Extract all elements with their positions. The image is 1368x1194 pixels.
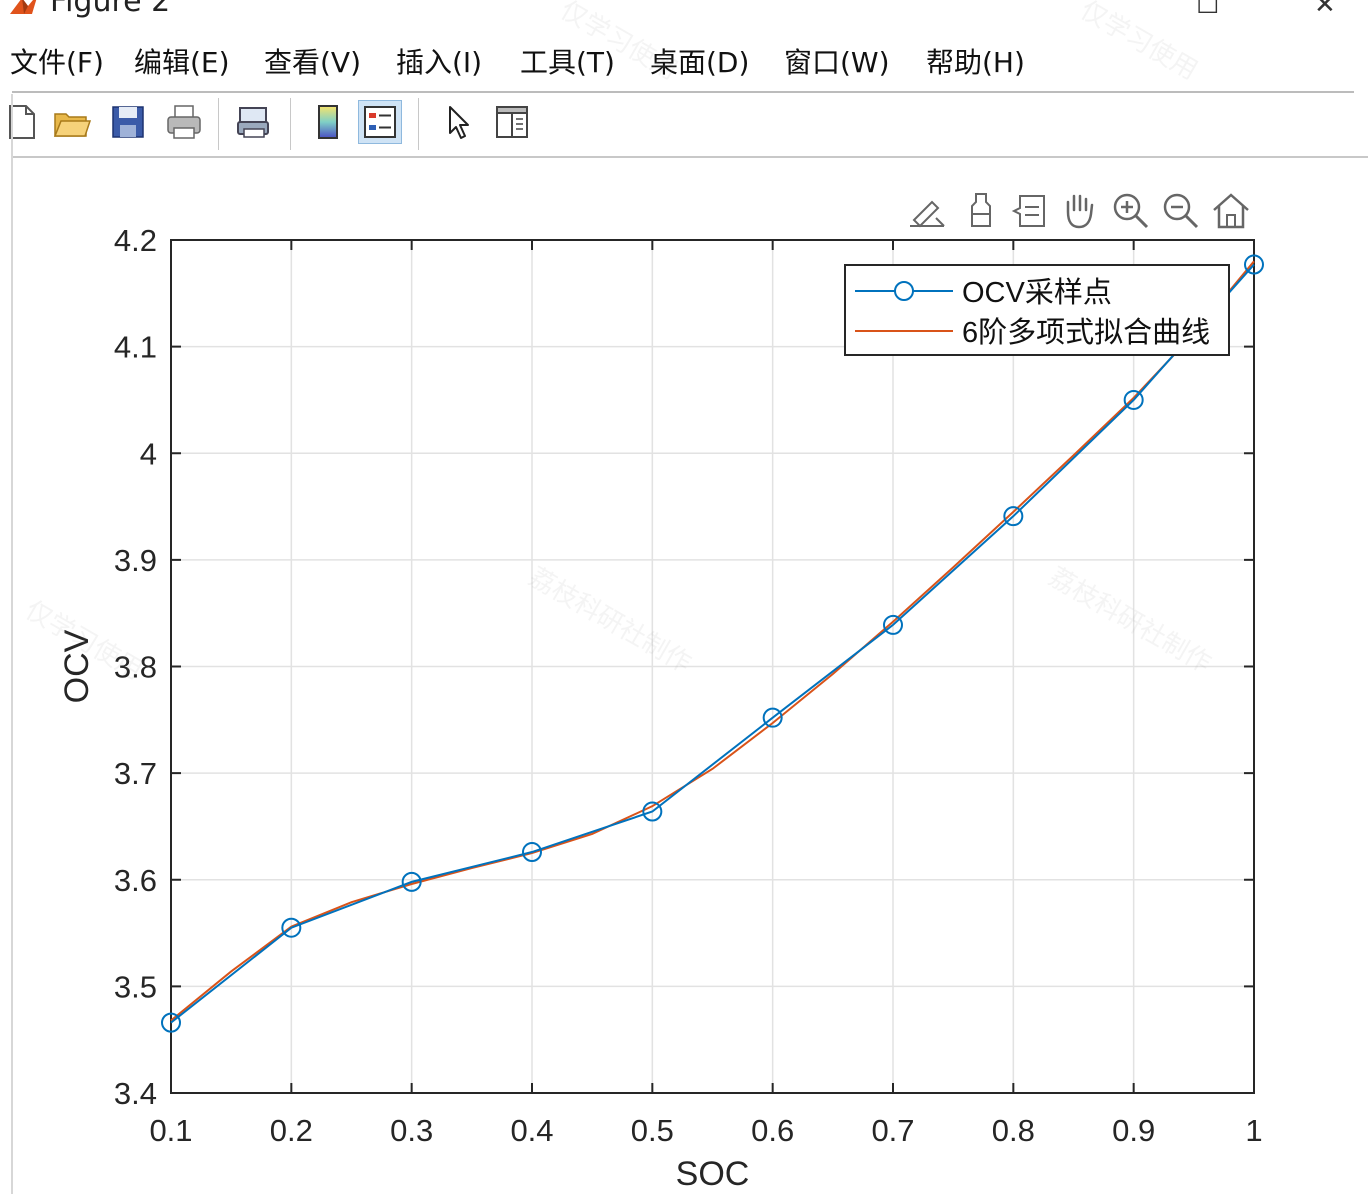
pan-hand-icon[interactable] bbox=[1058, 190, 1100, 232]
close-button[interactable]: ✕ bbox=[1314, 0, 1336, 20]
x-tick-label: 0.9 bbox=[1112, 1113, 1155, 1148]
toolbar-separator bbox=[290, 98, 291, 150]
menu-file[interactable]: 文件(F) bbox=[10, 42, 104, 84]
y-tick-label: 4.1 bbox=[114, 330, 157, 365]
y-tick-label: 3.4 bbox=[114, 1076, 157, 1111]
menubar-divider bbox=[12, 91, 1354, 93]
brush-edit-icon[interactable] bbox=[906, 190, 948, 232]
menu-insert[interactable]: 插入(I) bbox=[396, 42, 482, 84]
edit-plot-arrow-icon bbox=[449, 106, 469, 139]
x-tick-label: 0.6 bbox=[751, 1113, 794, 1148]
window-titlebar: Figure 2 ☐ ✕ bbox=[0, 0, 1368, 20]
ocv-chart: 0.1 0.2 0.3 0.4 0.5 0.6 0.7 0.8 0.9 1 3.4 3.5 3.6 3.7… bbox=[58, 223, 1264, 1193]
window-left-border bbox=[11, 94, 13, 1194]
toolbar-separator bbox=[218, 98, 219, 150]
data-brush-icon[interactable] bbox=[960, 190, 1002, 232]
toolbar-separator bbox=[418, 98, 419, 150]
menu-view[interactable]: 查看(V) bbox=[264, 42, 361, 84]
x-tick-label: 0.4 bbox=[510, 1113, 553, 1148]
insert-colorbar-button[interactable] bbox=[306, 100, 350, 144]
window-title: Figure 2 bbox=[50, 0, 171, 19]
x-tick-label: 0.5 bbox=[631, 1113, 674, 1148]
menu-help[interactable]: 帮助(H) bbox=[926, 42, 1025, 84]
edit-plot-button[interactable] bbox=[436, 100, 480, 144]
menu-desktop[interactable]: 桌面(D) bbox=[650, 42, 749, 84]
y-tick-label: 3.7 bbox=[114, 756, 157, 791]
y-tick-label: 3.5 bbox=[114, 969, 157, 1004]
zoom-in-icon[interactable] bbox=[1110, 190, 1152, 232]
x-tick-label: 0.1 bbox=[149, 1113, 192, 1148]
print-button[interactable] bbox=[162, 100, 206, 144]
open-folder-icon bbox=[53, 113, 92, 137]
y-tick-label: 3.6 bbox=[114, 863, 157, 898]
insert-legend-button[interactable] bbox=[358, 100, 402, 144]
new-file-icon bbox=[9, 105, 35, 139]
save-button[interactable] bbox=[106, 100, 150, 144]
legend-sample-marker bbox=[894, 281, 914, 301]
open-button[interactable] bbox=[50, 100, 94, 144]
menu-window[interactable]: 窗口(W) bbox=[784, 42, 890, 84]
y-tick-label: 4.2 bbox=[114, 223, 157, 258]
menu-edit[interactable]: 编辑(E) bbox=[134, 42, 230, 84]
figure-canvas: 0.1 0.2 0.3 0.4 0.5 0.6 0.7 0.8 0.9 1 3.4 3.5 3.6 3.7… bbox=[14, 158, 1368, 1194]
link-plot-button[interactable] bbox=[232, 100, 276, 144]
new-file-button[interactable] bbox=[0, 100, 44, 144]
y-tick-label: 3.9 bbox=[114, 543, 157, 578]
x-tick-label: 1 bbox=[1245, 1113, 1262, 1148]
legend-label: 6阶多项式拟合曲线 bbox=[962, 316, 1210, 349]
maximize-button[interactable]: ☐ bbox=[1196, 0, 1219, 20]
figure-toolbar bbox=[0, 94, 1368, 156]
y-axis-label: OCV bbox=[58, 629, 96, 703]
data-tips-icon[interactable] bbox=[1010, 190, 1052, 232]
print-icon bbox=[167, 105, 201, 139]
fit-curve-line bbox=[170, 260, 1255, 1022]
menu-tools[interactable]: 工具(T) bbox=[520, 42, 615, 84]
property-inspector-button[interactable] bbox=[490, 100, 534, 144]
insert-legend-icon bbox=[364, 106, 396, 138]
menubar: 文件(F) 编辑(E) 查看(V) 插入(I) 工具(T) 桌面(D) 窗口(W… bbox=[0, 42, 1368, 84]
zoom-out-icon[interactable] bbox=[1160, 190, 1202, 232]
legend-label: OCV采样点 bbox=[962, 276, 1112, 309]
save-icon bbox=[112, 106, 144, 138]
y-tick-label: 4 bbox=[140, 436, 157, 471]
y-tick-label: 3.8 bbox=[114, 650, 157, 685]
x-tick-label: 0.8 bbox=[992, 1113, 1035, 1148]
property-inspector-icon bbox=[496, 106, 528, 138]
x-tick-label: 0.3 bbox=[390, 1113, 433, 1148]
insert-colorbar-icon bbox=[318, 105, 338, 139]
x-axis-label: SOC bbox=[676, 1155, 750, 1193]
x-tick-label: 0.7 bbox=[871, 1113, 914, 1148]
x-tick-label: 0.2 bbox=[270, 1113, 313, 1148]
link-plot-icon bbox=[237, 107, 269, 138]
matlab-logo-icon bbox=[10, 0, 37, 14]
home-restore-icon[interactable] bbox=[1210, 190, 1252, 232]
